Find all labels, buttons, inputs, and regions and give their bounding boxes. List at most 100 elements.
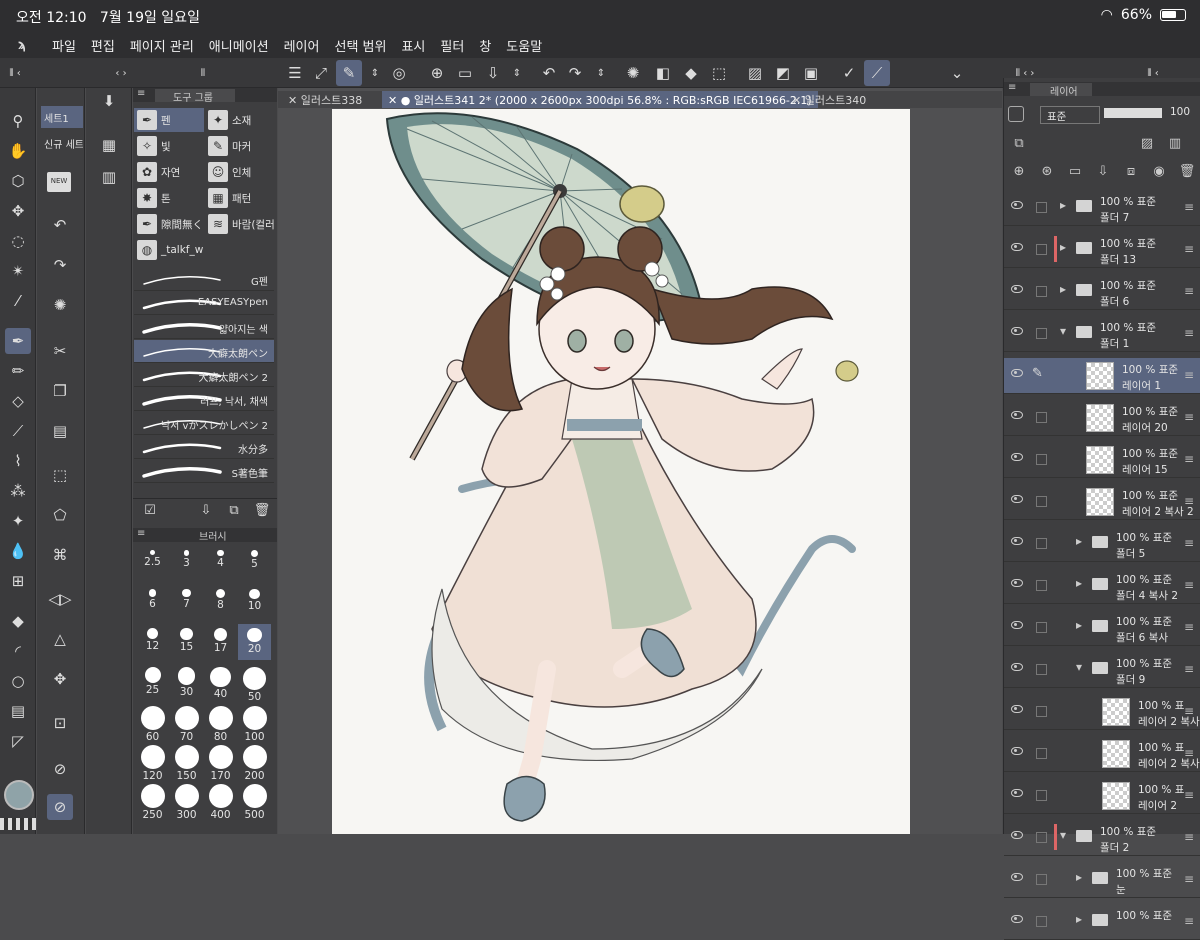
chevron-down-icon[interactable]: ▾	[1060, 828, 1066, 842]
close-icon[interactable]: ✕	[388, 94, 401, 107]
layer-row[interactable]: 100 % 표준 레이어 20 ≡	[1004, 400, 1200, 436]
layer-folder-row[interactable]: ▸ 100 % 표준 눈 ≡	[1004, 862, 1200, 898]
spin-icon[interactable]: ⇕	[588, 60, 614, 86]
brush-size-item[interactable]: 25	[136, 663, 169, 699]
drag-handle-icon[interactable]: ≡	[1184, 284, 1194, 298]
transparent-color-swatch[interactable]	[0, 818, 36, 830]
canvas-tab[interactable]: ✕ 일러스트338	[282, 91, 368, 108]
tool-group-6[interactable]: ✸ 톤	[134, 186, 204, 210]
clip-studio-logo-icon[interactable]: ϡ	[0, 38, 52, 53]
pen-tool-icon[interactable]: ✒	[5, 328, 31, 354]
canvas-tab[interactable]: ✕ 일러스트340	[786, 91, 872, 108]
drag-handle-icon[interactable]: ≡	[1184, 410, 1194, 424]
chevron-down-icon[interactable]: ⌄	[944, 60, 970, 86]
redo-icon[interactable]: ↷	[47, 252, 73, 278]
new-folder-icon[interactable]: ▭	[1066, 162, 1084, 180]
canvas[interactable]	[332, 109, 910, 834]
brush-size-item[interactable]: 15	[170, 624, 203, 660]
new-vector-layer-icon[interactable]: ⊛	[1038, 162, 1056, 180]
layer-checkbox[interactable]	[1036, 286, 1047, 297]
chevron-right-icon[interactable]: ▸	[1060, 198, 1066, 212]
move-layer-icon[interactable]: ✥	[47, 666, 73, 692]
layer-row[interactable]: ✎ 100 % 표준 레이어 1 ≡	[1004, 358, 1200, 394]
frame-icon[interactable]: ▤	[5, 698, 31, 724]
menu-item[interactable]: 도움말	[506, 36, 542, 55]
loading-icon[interactable]: ✺	[620, 60, 646, 86]
drag-handle-icon[interactable]: ≡	[1184, 242, 1194, 256]
opacity-slider[interactable]	[1104, 108, 1162, 118]
tool-group-7[interactable]: ▦ 패턴	[205, 186, 275, 210]
redo-icon[interactable]: ↷	[562, 60, 588, 86]
tool-group-2[interactable]: ✧ 빛	[134, 134, 204, 158]
new-canvas-icon[interactable]: ⊕	[424, 60, 450, 86]
rotate-reset-icon[interactable]: ⊘	[47, 794, 73, 820]
layer-row[interactable]: 100 % 표 레이어 2 복사 ≡	[1004, 694, 1200, 730]
brush-item[interactable]: 얇아지는 색	[134, 316, 274, 339]
eye-icon[interactable]	[1011, 915, 1023, 923]
menu-item[interactable]: 페이지 관리	[130, 36, 194, 55]
blend-mode-select[interactable]: 표준	[1040, 106, 1100, 124]
layer-folder-row[interactable]: ▸ 100 % 표준 폴더 6 복사 ≡	[1004, 610, 1200, 646]
eraser-icon[interactable]: ◇	[5, 388, 31, 414]
tool-group-3[interactable]: ✎ 마커	[205, 134, 275, 158]
scissors-icon[interactable]: ✂	[47, 338, 73, 364]
brush-size-item[interactable]: 500	[238, 780, 271, 821]
spin-icon[interactable]: ⇕	[504, 60, 530, 86]
main-color-swatch[interactable]	[4, 780, 34, 810]
chevron-right-icon[interactable]: ▸	[1076, 534, 1082, 548]
brush-size-item[interactable]: 150	[170, 741, 203, 782]
layer-folder-row[interactable]: ▾ 100 % 표준 폴더 2 ≡	[1004, 820, 1200, 856]
paste-icon[interactable]: ▤	[47, 418, 73, 444]
brush-item[interactable]: 大癖太朗ペン 2	[134, 364, 274, 387]
brush-tool-icon[interactable]: ✏	[5, 358, 31, 384]
drag-handle-icon[interactable]: ≡	[1184, 452, 1194, 466]
layer-folder-row[interactable]: ▸ 100 % 표준 ≡	[1004, 904, 1200, 940]
layer-checkbox[interactable]	[1036, 202, 1047, 213]
subtool-tab[interactable]: 도구 그룹	[155, 89, 235, 104]
layer-checkbox[interactable]	[1036, 790, 1047, 801]
eye-icon[interactable]	[1011, 369, 1023, 377]
opacity-value[interactable]: 100	[1170, 106, 1190, 118]
trash-icon[interactable]: 🗑	[249, 497, 275, 523]
lock-icon[interactable]: ▨	[1138, 134, 1156, 152]
layer-checkbox[interactable]	[1036, 706, 1047, 717]
brush-item[interactable]: S著色筆	[134, 460, 274, 483]
new-badge-icon[interactable]: NEW	[47, 172, 71, 192]
zoom-frame-icon[interactable]: ⊡	[47, 710, 73, 736]
chevron-down-icon[interactable]: ▾	[1060, 324, 1066, 338]
trash-icon[interactable]: 🗑	[1178, 162, 1196, 180]
eye-icon[interactable]	[1011, 789, 1023, 797]
layer-checkbox[interactable]	[1036, 874, 1047, 885]
layer-checkbox[interactable]	[1036, 412, 1047, 423]
tool-group-4[interactable]: ✿ 자연	[134, 160, 204, 184]
brush-size-item[interactable]: 80	[204, 702, 237, 743]
brush-size-item[interactable]: 100	[238, 702, 271, 743]
layer-folder-row[interactable]: ▸ 100 % 표준 폴더 4 복사 2 ≡	[1004, 568, 1200, 604]
brush-size-item[interactable]: 8	[204, 585, 237, 621]
layer-row[interactable]: 100 % 표준 레이어 2 복사 2 ≡	[1004, 484, 1200, 520]
cube-icon[interactable]: ⬡	[5, 168, 31, 194]
magic-wand-icon[interactable]: ✴	[5, 258, 31, 284]
ruler-line-icon[interactable]: ◸	[5, 728, 31, 754]
brush-size-item[interactable]: 4	[204, 546, 237, 582]
close-icon[interactable]: ✕	[792, 94, 805, 107]
tool-group-10[interactable]: ◍ _talkf_w	[134, 238, 204, 262]
deselect-icon[interactable]: ▨	[742, 60, 768, 86]
tool-group-9[interactable]: ≋ 바람(컬러	[205, 212, 275, 236]
drag-handle-icon[interactable]: ≡	[1184, 326, 1194, 340]
brush-size-item[interactable]: 50	[238, 663, 271, 703]
clip-icon[interactable]: ⧉	[1010, 134, 1028, 152]
brush-size-item[interactable]: 12	[136, 624, 169, 660]
eye-icon[interactable]	[1011, 537, 1023, 545]
layer-folder-row[interactable]: ▾ 100 % 표준 폴더 1 ≡	[1004, 316, 1200, 352]
tool-group-0[interactable]: ✒ 펜	[134, 108, 204, 132]
brush-size-item[interactable]: 2.5	[136, 546, 169, 582]
clear-icon[interactable]: ◧	[650, 60, 676, 86]
brush-size-item[interactable]: 120	[136, 741, 169, 782]
chevron-right-icon[interactable]: ▸	[1076, 912, 1082, 926]
new-raster-layer-icon[interactable]: ⊕	[1010, 162, 1028, 180]
decoration-icon[interactable]: ⟋	[5, 418, 31, 444]
menu-item[interactable]: 편집	[91, 36, 115, 55]
loading-icon[interactable]: ✺	[47, 292, 73, 318]
eye-icon[interactable]	[1011, 579, 1023, 587]
